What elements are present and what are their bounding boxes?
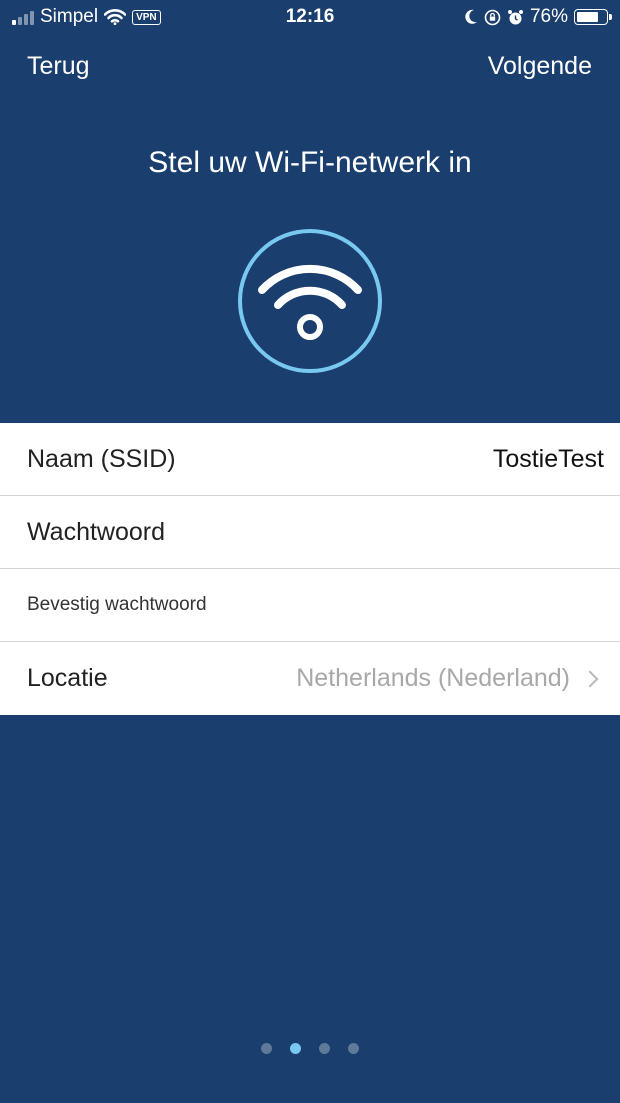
- page-dot: [290, 1043, 301, 1054]
- orientation-lock-icon: [484, 9, 501, 25]
- battery-percent: 76%: [529, 6, 568, 27]
- ssid-row[interactable]: Naam (SSID) TostieTest: [0, 423, 620, 496]
- ssid-label: Naam (SSID): [27, 444, 176, 473]
- location-label: Locatie: [27, 664, 108, 692]
- page-indicator: [0, 1043, 620, 1054]
- location-row[interactable]: Locatie Netherlands (Nederland): [0, 642, 620, 715]
- chevron-right-icon: [581, 670, 599, 687]
- wifi-form: Naam (SSID) TostieTest Wachtwoord Bevest…: [0, 423, 620, 715]
- confirm-password-input[interactable]: [0, 569, 620, 643]
- moon-icon: [465, 9, 477, 24]
- status-right: 76%: [464, 6, 612, 28]
- ssid-value[interactable]: TostieTest: [493, 445, 604, 474]
- password-row[interactable]: Wachtwoord: [0, 496, 620, 570]
- battery-icon: [574, 9, 612, 25]
- location-value-text: Netherlands (Nederland): [296, 664, 570, 692]
- page-title: Stel uw Wi-Fi-netwerk in: [148, 146, 472, 179]
- next-button[interactable]: Volgende: [488, 52, 592, 81]
- status-bar: Simpel VPN 12:16 76%: [0, 0, 620, 36]
- confirm-password-row[interactable]: Bevestig wachtwoord: [0, 569, 620, 643]
- back-button[interactable]: Terug: [27, 52, 90, 81]
- page-dot: [348, 1043, 359, 1054]
- wifi-icon: [238, 229, 382, 373]
- page-dot: [319, 1043, 330, 1054]
- password-input[interactable]: [0, 496, 620, 570]
- location-value[interactable]: Netherlands (Nederland): [296, 664, 604, 693]
- alarm-icon: [507, 9, 523, 24]
- page-dot: [261, 1043, 272, 1054]
